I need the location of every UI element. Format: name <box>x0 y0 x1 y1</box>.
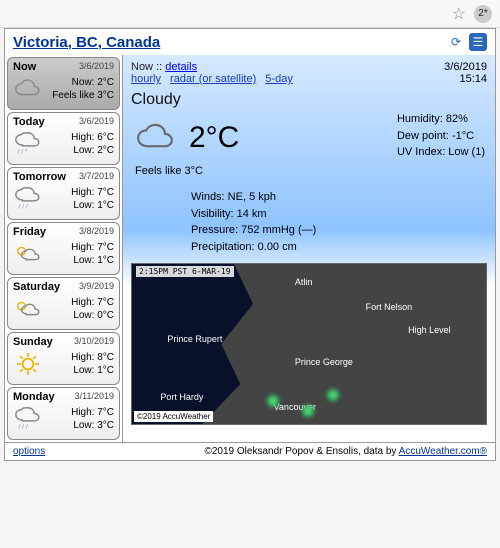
card-now[interactable]: Now 3/6/2019 Now: 2°C Feels like 3°C <box>7 57 120 110</box>
main-time: 15:14 <box>444 73 487 85</box>
card-date: 3/11/2019 <box>75 391 114 403</box>
card-label: Saturday <box>13 281 60 293</box>
sunny-icon <box>13 350 43 378</box>
credit-text: ©2019 Oleksandr Popov & Ensolis, data by <box>205 446 399 457</box>
link-details[interactable]: details <box>165 61 197 73</box>
card-label: Friday <box>13 226 46 238</box>
high: High: 7°C <box>71 186 114 200</box>
now-feels: Feels like 3°C <box>52 89 114 103</box>
condition-text: Cloudy <box>131 91 487 109</box>
card-date: 3/8/2019 <box>79 226 114 238</box>
now-temp: Now: 2°C <box>52 76 114 90</box>
cloud-icon <box>13 75 43 103</box>
high: High: 8°C <box>71 351 114 365</box>
svg-text:/ / *: / / * <box>18 148 28 155</box>
options-link[interactable]: options <box>13 446 45 457</box>
card-date: 3/9/2019 <box>79 281 114 293</box>
link-5day[interactable]: 5-day <box>265 73 293 85</box>
pressure: Pressure: 752 mmHg (—) <box>191 222 487 239</box>
cloud-icon <box>131 113 181 163</box>
card-date: 3/6/2019 <box>79 116 114 128</box>
weather-popup: Victoria, BC, Canada ⟳ ☰ Now 3/6/2019 No… <box>4 28 496 461</box>
rain-icon: / / / <box>13 185 43 213</box>
menu-icon[interactable]: ☰ <box>469 33 487 51</box>
high: High: 7°C <box>71 296 114 310</box>
dewpoint: Dew point: -1°C <box>397 128 485 145</box>
card-saturday[interactable]: Saturday 3/9/2019 High: 7°CLow: 0°C <box>7 277 120 330</box>
card-label: Now <box>13 61 36 73</box>
card-date: 3/6/2019 <box>79 61 114 73</box>
card-friday[interactable]: Friday 3/8/2019 High: 7°CLow: 1°C <box>7 222 120 275</box>
stats-mid: Winds: NE, 5 kph Visibility: 14 km Press… <box>191 189 487 255</box>
map-label: Prince Rupert <box>167 334 222 344</box>
low: Low: 3°C <box>71 419 114 433</box>
visibility: Visibility: 14 km <box>191 206 487 223</box>
card-label: Sunday <box>13 336 53 348</box>
svg-text:/ / /: / / / <box>19 423 28 430</box>
link-hourly[interactable]: hourly <box>131 73 161 85</box>
precip: Precipitation: 0.00 cm <box>191 239 487 256</box>
high: High: 7°C <box>71 406 114 420</box>
main-panel: Now :: details hourly radar (or satellit… <box>123 55 495 442</box>
precip-blob <box>267 395 279 407</box>
radar-timestamp: 2:15PM PST 6-MAR-19 <box>136 266 234 277</box>
map-label: Fort Nelson <box>366 302 413 312</box>
forecast-sidebar: Now 3/6/2019 Now: 2°C Feels like 3°C Tod… <box>5 55 123 442</box>
map-label: Atlin <box>295 277 313 287</box>
low: Low: 1°C <box>71 199 114 213</box>
partly-cloudy-icon <box>13 295 43 323</box>
precip-blob <box>327 389 339 401</box>
footer: options ©2019 Oleksandr Popov & Ensolis,… <box>5 442 495 460</box>
refresh-icon[interactable]: ⟳ <box>447 33 465 51</box>
cloud-snow-icon: / / * <box>13 130 43 158</box>
now-label: Now <box>131 61 153 73</box>
current-temp: 2°C <box>189 121 239 155</box>
humidity: Humidity: 82% <box>397 111 485 128</box>
radar-map[interactable]: 2:15PM PST 6-MAR-19 Atlin Fort Nelson Pr… <box>131 263 487 425</box>
feels-like: Feels like 3°C <box>135 165 487 177</box>
bookmark-star-icon[interactable]: ☆ <box>452 4 466 24</box>
location-link[interactable]: Victoria, BC, Canada <box>13 34 160 51</box>
map-label: Prince George <box>295 357 353 367</box>
svg-text:/ / /: / / / <box>19 203 28 210</box>
uv-index: UV Index: Low (1) <box>397 144 485 161</box>
browser-toolbar: ☆ 2* <box>0 0 500 28</box>
rain-icon: / / / <box>13 405 43 433</box>
footer-credit: ©2019 Oleksandr Popov & Ensolis, data by… <box>205 446 488 457</box>
extension-badge[interactable]: 2* <box>474 5 492 23</box>
map-label: Port Hardy <box>160 392 203 402</box>
low: Low: 0°C <box>71 309 114 323</box>
stats-right: Humidity: 82% Dew point: -1°C UV Index: … <box>397 111 485 161</box>
card-tomorrow[interactable]: Tomorrow 3/7/2019 / / / High: 7°CLow: 1°C <box>7 167 120 220</box>
partly-cloudy-icon <box>13 240 43 268</box>
card-label: Today <box>13 116 45 128</box>
radar-attribution: ©2019 AccuWeather <box>134 411 213 422</box>
card-date: 3/10/2019 <box>74 336 114 348</box>
card-label: Tomorrow <box>13 171 66 183</box>
low: Low: 1°C <box>71 364 114 378</box>
card-today[interactable]: Today 3/6/2019 / / * High: 6°CLow: 2°C <box>7 112 120 165</box>
card-sunday[interactable]: Sunday 3/10/2019 High: 8°CLow: 1°C <box>7 332 120 385</box>
winds: Winds: NE, 5 kph <box>191 189 487 206</box>
high: High: 7°C <box>71 241 114 255</box>
precip-blob <box>302 405 314 417</box>
separator: :: <box>156 61 162 73</box>
low: Low: 1°C <box>71 254 114 268</box>
high: High: 6°C <box>71 131 114 145</box>
accuweather-link[interactable]: AccuWeather.com® <box>399 446 487 457</box>
link-radar[interactable]: radar (or satellite) <box>170 73 256 85</box>
map-label: High Level <box>408 325 451 335</box>
card-label: Monday <box>13 391 55 403</box>
app-header: Victoria, BC, Canada ⟳ ☰ <box>5 29 495 55</box>
card-monday[interactable]: Monday 3/11/2019 / / / High: 7°CLow: 3°C <box>7 387 120 440</box>
main-date: 3/6/2019 <box>444 61 487 73</box>
low: Low: 2°C <box>71 144 114 158</box>
card-date: 3/7/2019 <box>79 171 114 183</box>
